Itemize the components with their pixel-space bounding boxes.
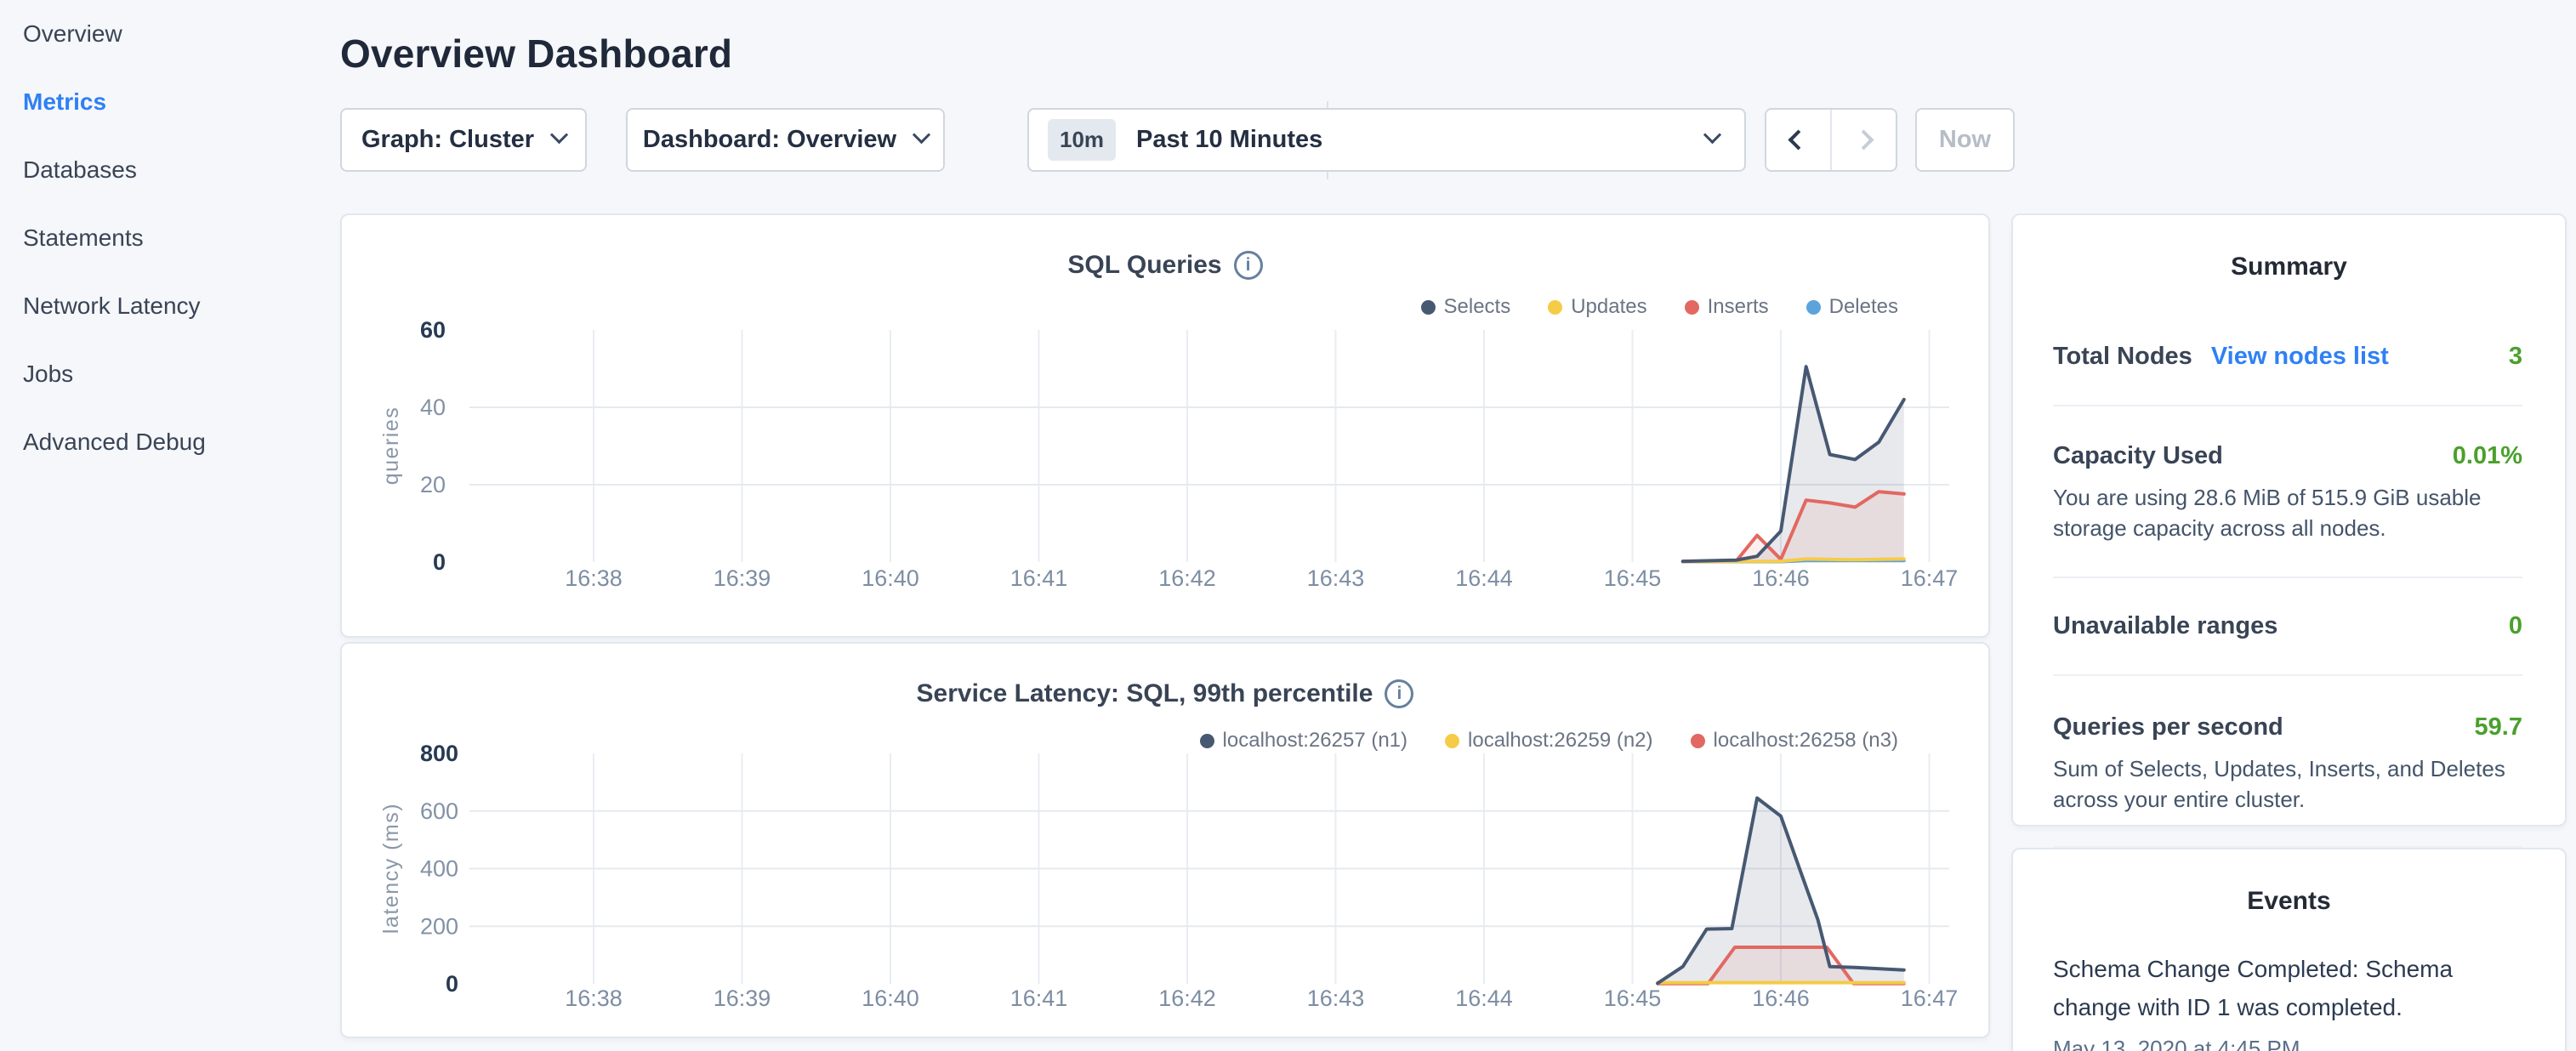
unavailable-ranges-label: Unavailable ranges [2053,612,2277,640]
capacity-used-value: 0.01% [2453,442,2522,470]
chevron-down-icon [913,126,930,144]
svg-text:16:45: 16:45 [1604,986,1662,1011]
divider [2053,405,2522,406]
sql-queries-chart[interactable]: 16:38 16:39 16:40 16:41 16:42 16:43 16:44 16:45… [342,215,1992,639]
svg-text:16:39: 16:39 [714,986,771,1011]
svg-text:20: 20 [420,472,446,497]
queries-per-second-value: 59.7 [2475,713,2522,741]
events-title: Events [2013,887,2565,916]
svg-text:16:46: 16:46 [1752,565,1810,591]
summary-title: Summary [2013,253,2565,281]
queries-per-second-description: Sum of Selects, Updates, Inserts, and De… [2053,753,2522,815]
dashboard-label: Dashboard: Overview [643,126,896,154]
controls-bar: Graph: Cluster Dashboard: Overview 10m P… [340,108,2041,172]
time-forward-button[interactable] [1832,110,1896,170]
svg-text:16:42: 16:42 [1158,986,1216,1011]
now-button-label: Now [1939,126,1991,154]
sidebar-item-jobs[interactable]: Jobs [23,359,340,427]
view-nodes-list-link[interactable]: View nodes list [2211,343,2389,371]
svg-text:16:46: 16:46 [1752,986,1810,1011]
svg-text:16:40: 16:40 [862,986,919,1011]
svg-text:latency (ms): latency (ms) [379,803,403,934]
event-item-timestamp: May 13, 2020 at 4:45 PM [2053,1036,2525,1051]
now-button[interactable]: Now [1915,108,2015,172]
time-range-badge: 10m [1048,119,1116,161]
svg-text:600: 600 [420,798,458,824]
time-range-label: Past 10 Minutes [1136,126,1322,154]
graph-scope-dropdown[interactable]: Graph: Cluster [340,108,587,172]
time-range-dropdown[interactable]: 10m Past 10 Minutes [1027,108,1746,172]
divider [2053,577,2522,578]
svg-text:16:43: 16:43 [1307,986,1365,1011]
time-back-button[interactable] [1766,110,1830,170]
queries-per-second-label: Queries per second [2053,713,2283,741]
capacity-used-label: Capacity Used [2053,442,2223,470]
chevron-down-icon [550,126,568,144]
sidebar-item-statements[interactable]: Statements [23,223,340,291]
svg-text:0: 0 [446,971,458,997]
sql-queries-chart-card: SQL Queries i SelectsUpdatesInsertsDelet… [340,213,1990,638]
svg-text:16:38: 16:38 [565,565,623,591]
capacity-used-description: You are using 28.6 MiB of 515.9 GiB usab… [2053,482,2522,544]
time-step-buttons [1765,108,1897,172]
svg-text:16:44: 16:44 [1455,986,1513,1011]
svg-text:16:40: 16:40 [862,565,919,591]
svg-text:16:42: 16:42 [1158,565,1216,591]
svg-text:400: 400 [420,856,458,882]
svg-text:16:47: 16:47 [1901,565,1959,591]
events-panel: Events Schema Change Completed: Schema c… [2011,848,2567,1051]
sidebar-item-advanced-debug[interactable]: Advanced Debug [23,427,340,495]
svg-text:200: 200 [420,913,458,939]
page-title: Overview Dashboard [340,31,732,77]
divider [2053,674,2522,676]
svg-text:queries: queries [379,406,403,486]
svg-text:16:45: 16:45 [1604,565,1662,591]
svg-text:800: 800 [420,741,458,766]
chevron-down-icon [1703,126,1721,144]
dashboard-dropdown[interactable]: Dashboard: Overview [626,108,945,172]
chevron-right-icon [1853,129,1874,150]
svg-text:60: 60 [420,317,446,343]
sidebar-item-network-latency[interactable]: Network Latency [23,291,340,359]
total-nodes-label: Total Nodes [2053,343,2192,371]
sidebar: Overview Metrics Databases Statements Ne… [0,0,340,1051]
svg-text:0: 0 [433,549,446,575]
chevron-left-icon [1788,129,1808,150]
service-latency-chart-card: Service Latency: SQL, 99th percentile i … [340,642,1990,1038]
sidebar-item-overview[interactable]: Overview [23,19,340,87]
service-latency-chart[interactable]: 16:38 16:39 16:40 16:41 16:42 16:43 16:44 16:45… [342,644,1992,1040]
svg-text:40: 40 [420,395,446,420]
unavailable-ranges-value: 0 [2509,612,2522,640]
svg-text:16:38: 16:38 [565,986,623,1011]
svg-text:16:41: 16:41 [1010,986,1068,1011]
total-nodes-value: 3 [2509,343,2522,371]
event-item-text[interactable]: Schema Change Completed: Schema change w… [2053,950,2525,1027]
svg-text:16:39: 16:39 [714,565,771,591]
svg-text:16:44: 16:44 [1455,565,1513,591]
graph-scope-label: Graph: Cluster [361,126,534,154]
sidebar-item-metrics[interactable]: Metrics [23,87,340,155]
svg-text:16:47: 16:47 [1901,986,1959,1011]
sidebar-item-databases[interactable]: Databases [23,155,340,223]
svg-text:16:43: 16:43 [1307,565,1365,591]
summary-panel: Summary Total Nodes View nodes list 3 Ca… [2011,213,2567,827]
svg-text:16:41: 16:41 [1010,565,1068,591]
